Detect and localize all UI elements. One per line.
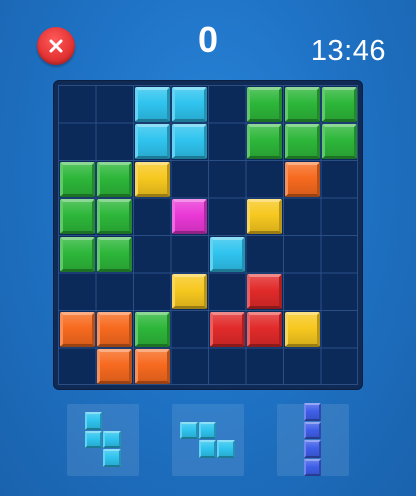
board-block-orange	[97, 311, 132, 347]
tray-piece-block	[303, 458, 322, 476]
board-block-red	[209, 311, 245, 347]
board-block-green	[59, 199, 95, 234]
board-block-green	[59, 236, 95, 272]
board-block-green	[97, 161, 132, 197]
tray-piece-block	[303, 403, 322, 421]
tray-piece-block	[84, 430, 102, 449]
board-block-cyan	[172, 124, 207, 159]
tray-slot-2[interactable]	[172, 404, 244, 476]
timer-display: 13:46	[310, 35, 386, 67]
board-block-orange	[97, 349, 132, 384]
board-block-yellow	[134, 161, 170, 197]
board-block-magenta	[172, 199, 207, 234]
board-block-green	[247, 124, 282, 159]
tray-piece-block	[180, 421, 198, 439]
board-block-orange	[134, 349, 170, 384]
board-block-red	[247, 311, 282, 347]
tray-slot-3[interactable]	[277, 403, 349, 476]
tray-piece-block	[198, 440, 217, 458]
board-block-cyan	[172, 86, 207, 122]
board-block-yellow	[247, 199, 282, 234]
board-block-yellow	[284, 311, 320, 347]
board-block-green	[322, 86, 357, 122]
board-block-green	[284, 124, 320, 159]
game-board	[54, 81, 362, 389]
board-block-green	[97, 199, 132, 234]
close-icon	[49, 39, 63, 53]
top-bar: 0 13:46	[0, 0, 416, 80]
score-display: 0	[197, 19, 219, 60]
tray-piece-block	[84, 412, 102, 430]
board-block-green	[284, 86, 320, 122]
board-block-red	[247, 274, 282, 309]
board-block-cyan	[134, 86, 170, 122]
board-block-cyan	[209, 236, 245, 272]
tray-piece-block	[303, 421, 322, 439]
tray-piece-block	[217, 440, 235, 458]
board-block-cyan	[134, 124, 170, 159]
board-block-yellow	[172, 274, 207, 309]
board-block-green	[59, 161, 95, 197]
board-block-green	[322, 124, 357, 159]
board-block-green	[134, 311, 170, 347]
tray-piece-block	[303, 440, 322, 458]
board-block-green	[97, 236, 132, 272]
board-block-green	[247, 86, 282, 122]
board-grid[interactable]	[58, 85, 358, 385]
tray-slot-1[interactable]	[67, 404, 139, 476]
tray-piece-block	[198, 421, 217, 439]
board-block-orange	[284, 161, 320, 197]
tray-piece-block	[103, 430, 121, 449]
close-button[interactable]	[37, 27, 75, 65]
board-block-orange	[59, 311, 95, 347]
tray-piece-block	[103, 449, 121, 467]
